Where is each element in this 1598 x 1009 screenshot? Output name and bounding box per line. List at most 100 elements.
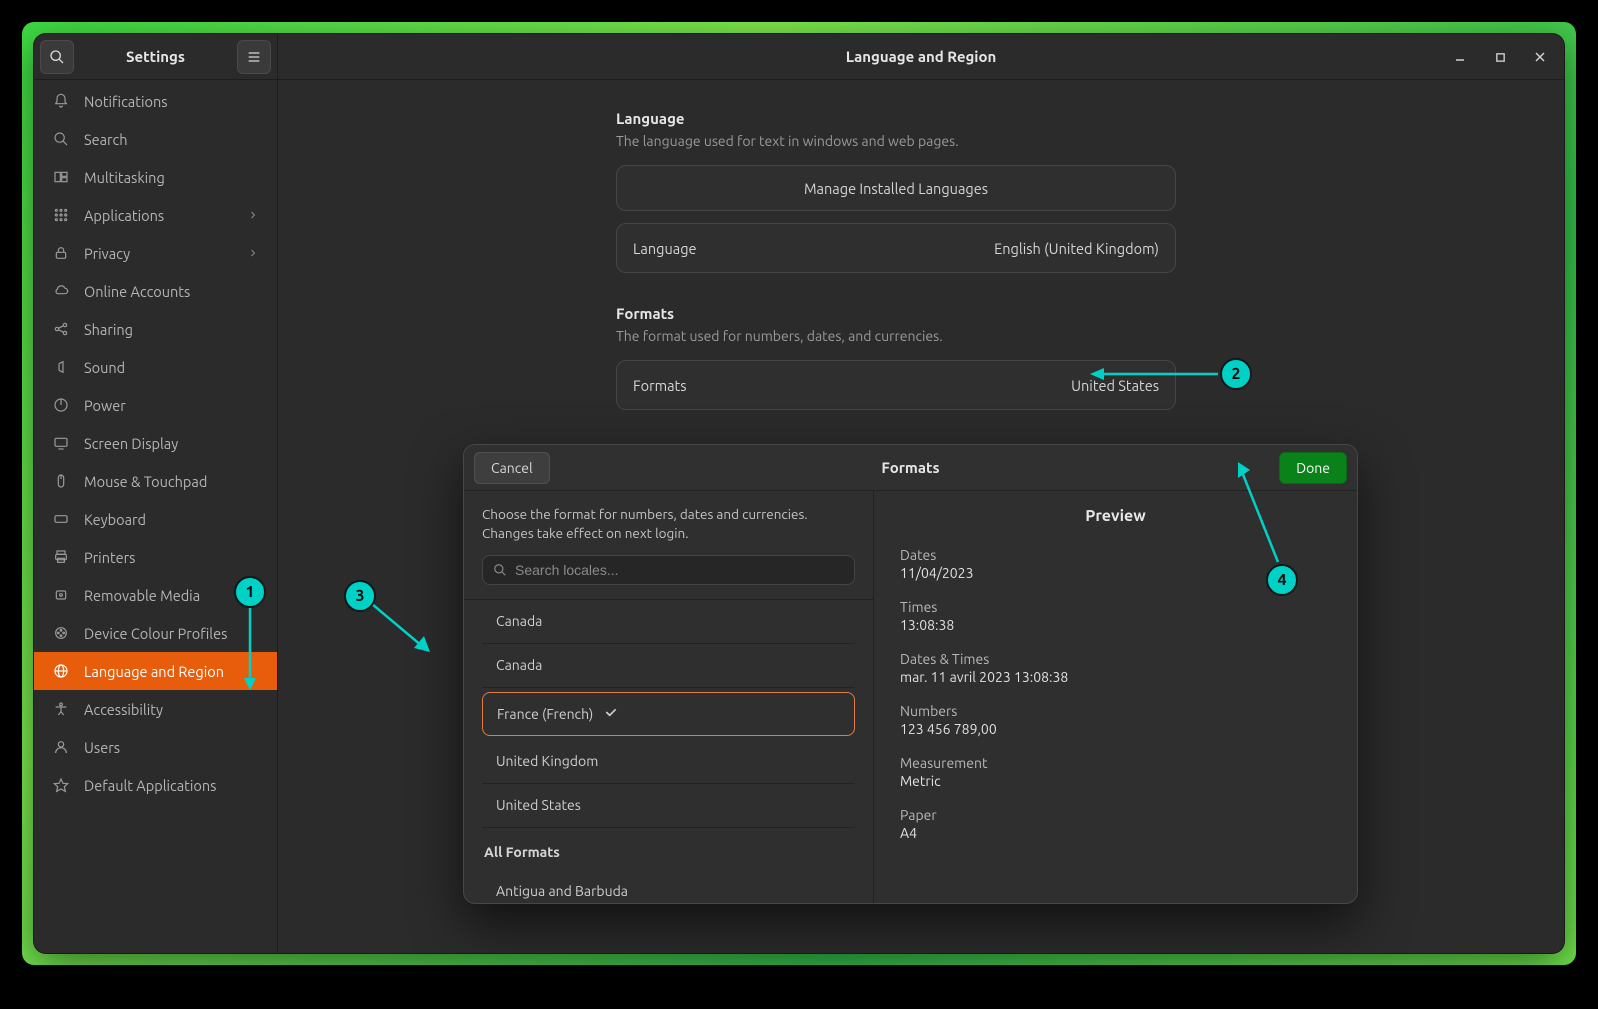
- share-icon: [52, 320, 70, 338]
- dialog-instruction: Choose the format for numbers, dates and…: [464, 505, 873, 555]
- locale-label: United States: [496, 797, 581, 813]
- locale-item[interactable]: Canada: [482, 600, 855, 644]
- sidebar-item-online-accounts[interactable]: Online Accounts: [34, 272, 277, 310]
- maximize-icon: [1495, 52, 1506, 63]
- sidebar-item-label: Power: [84, 397, 126, 414]
- locale-item[interactable]: United States: [482, 784, 855, 828]
- sidebar-item-label: Notifications: [84, 93, 168, 110]
- sidebar-item-users[interactable]: Users: [34, 728, 277, 766]
- sidebar-item-label: Default Applications: [84, 777, 216, 794]
- sidebar-item-label: Language and Region: [84, 663, 224, 680]
- sidebar-item-label: Removable Media: [84, 587, 200, 604]
- locale-item[interactable]: France (French): [482, 692, 855, 736]
- locale-item[interactable]: Canada: [482, 644, 855, 688]
- preview-title: Preview: [900, 507, 1331, 525]
- maximize-button[interactable]: [1480, 34, 1520, 80]
- sidebar-item-screen-display[interactable]: Screen Display: [34, 424, 277, 462]
- sidebar-item-multitasking[interactable]: Multitasking: [34, 158, 277, 196]
- sidebar-item-device-colour-profiles[interactable]: Device Colour Profiles: [34, 614, 277, 652]
- sidebar-item-privacy[interactable]: Privacy: [34, 234, 277, 272]
- dialog-title: Formats: [464, 459, 1357, 476]
- close-button[interactable]: [1520, 34, 1560, 80]
- preview-value: 123 456 789,00: [900, 721, 1331, 737]
- sidebar-item-keyboard[interactable]: Keyboard: [34, 500, 277, 538]
- keyboard-icon: [52, 510, 70, 528]
- locale-label: Canada: [496, 613, 542, 629]
- check-icon: [603, 704, 619, 723]
- sidebar-item-printers[interactable]: Printers: [34, 538, 277, 576]
- main-header: Language and Region: [278, 34, 1564, 80]
- preview-label: Paper: [900, 807, 1331, 823]
- dialog-left-pane: Choose the format for numbers, dates and…: [464, 491, 874, 903]
- formats-row-label: Formats: [633, 377, 687, 394]
- formats-row[interactable]: Formats United States: [616, 360, 1176, 410]
- minimize-button[interactable]: [1440, 34, 1480, 80]
- sidebar-item-label: Printers: [84, 549, 135, 566]
- star-icon: [52, 776, 70, 794]
- preview-label: Dates: [900, 547, 1331, 563]
- locale-item[interactable]: United Kingdom: [482, 740, 855, 784]
- sidebar: Settings Notifications Search Multitasking…: [34, 34, 278, 953]
- sidebar-item-notifications[interactable]: Notifications: [34, 82, 277, 120]
- sidebar-item-label: Sound: [84, 359, 125, 376]
- users-icon: [52, 738, 70, 756]
- sidebar-item-label: Accessibility: [84, 701, 163, 718]
- multitask-icon: [52, 168, 70, 186]
- cancel-button[interactable]: Cancel: [474, 452, 550, 484]
- chevron-right-icon: [247, 245, 259, 262]
- locale-search-input[interactable]: [515, 562, 844, 578]
- sidebar-item-label: Sharing: [84, 321, 133, 338]
- sidebar-item-accessibility[interactable]: Accessibility: [34, 690, 277, 728]
- hamburger-menu-button[interactable]: [237, 40, 271, 74]
- locale-item[interactable]: Antigua and Barbuda: [482, 870, 855, 903]
- window-controls: [1440, 34, 1560, 80]
- preview-value: 13:08:38: [900, 617, 1331, 633]
- preview-label: Times: [900, 599, 1331, 615]
- sidebar-item-label: Multitasking: [84, 169, 165, 186]
- printer-icon: [52, 548, 70, 566]
- preview-label: Numbers: [900, 703, 1331, 719]
- done-button[interactable]: Done: [1279, 452, 1347, 484]
- preview-value: mar. 11 avril 2023 13:08:38: [900, 669, 1331, 685]
- settings-window: Settings Notifications Search Multitasking…: [34, 34, 1564, 953]
- display-icon: [52, 434, 70, 452]
- sidebar-item-label: Device Colour Profiles: [84, 625, 227, 642]
- sidebar-header: Settings: [34, 34, 277, 80]
- manage-languages-button[interactable]: Manage Installed Languages: [616, 165, 1176, 211]
- preview-value: A4: [900, 825, 1331, 841]
- formats-row-value: United States: [1071, 377, 1159, 394]
- sidebar-item-power[interactable]: Power: [34, 386, 277, 424]
- sidebar-list: Notifications Search Multitasking Applicati…: [34, 80, 277, 953]
- sidebar-item-language-and-region[interactable]: Language and Region: [34, 652, 277, 690]
- sidebar-item-label: Search: [84, 131, 128, 148]
- locale-list[interactable]: Canada Canada France (French) United Kingdo…: [464, 599, 873, 903]
- minimize-icon: [1454, 51, 1466, 63]
- locale-label: United Kingdom: [496, 753, 598, 769]
- globe-icon: [52, 662, 70, 680]
- hamburger-icon: [246, 49, 262, 65]
- preview-value: Metric: [900, 773, 1331, 789]
- search-button[interactable]: [40, 40, 74, 74]
- sidebar-item-sound[interactable]: Sound: [34, 348, 277, 386]
- dialog-header: Cancel Formats Done: [464, 445, 1357, 491]
- sidebar-item-mouse-touchpad[interactable]: Mouse & Touchpad: [34, 462, 277, 500]
- sidebar-item-default-applications[interactable]: Default Applications: [34, 766, 277, 804]
- lock-icon: [52, 244, 70, 262]
- language-row[interactable]: Language English (United Kingdom): [616, 223, 1176, 273]
- close-icon: [1534, 51, 1546, 63]
- chevron-right-icon: [247, 207, 259, 224]
- dialog-body: Choose the format for numbers, dates and…: [464, 491, 1357, 903]
- sidebar-item-search[interactable]: Search: [34, 120, 277, 158]
- dialog-preview-pane: Preview Dates11/04/2023Times13:08:38Date…: [874, 491, 1357, 903]
- accessibility-icon: [52, 700, 70, 718]
- all-formats-heading: All Formats: [482, 828, 855, 870]
- sidebar-item-sharing[interactable]: Sharing: [34, 310, 277, 348]
- formats-dialog: Cancel Formats Done Choose the format fo…: [463, 444, 1358, 904]
- locale-search-field[interactable]: [482, 555, 855, 585]
- locale-label: Canada: [496, 657, 542, 673]
- sidebar-title: Settings: [80, 48, 231, 65]
- language-section-title: Language: [616, 110, 1176, 127]
- sidebar-item-applications[interactable]: Applications: [34, 196, 277, 234]
- search-icon: [52, 130, 70, 148]
- sidebar-item-label: Users: [84, 739, 120, 756]
